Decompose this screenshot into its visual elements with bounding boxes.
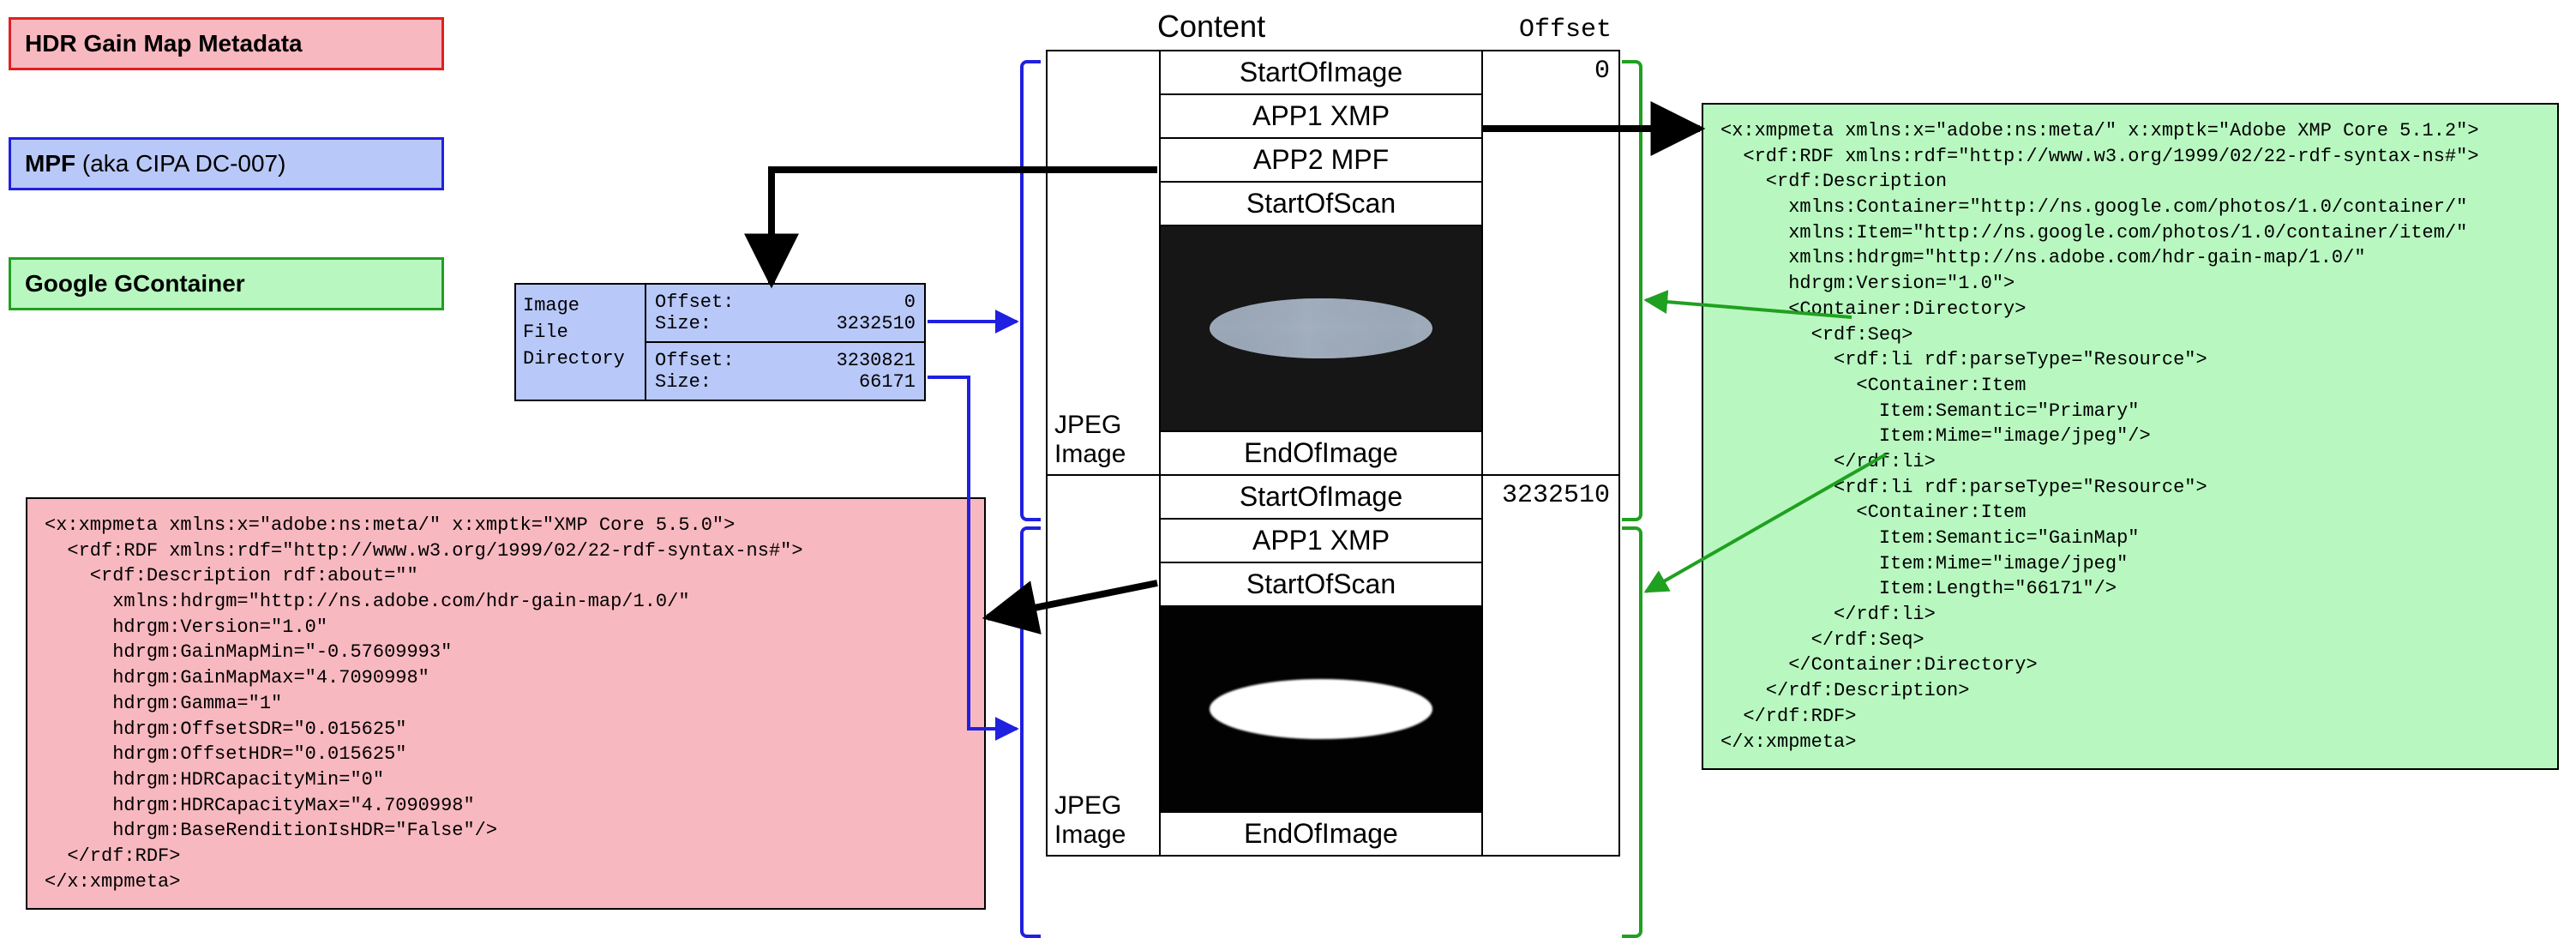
ifd-rows: Offset:0Size:3232510Offset:3230821Size:6… (645, 285, 924, 400)
green-bracket-gainmap (1622, 526, 1642, 938)
jpeg-primary-block: JPEG Image StartOfImageAPP1 XMPAPP2 MPFS… (1046, 50, 1620, 476)
segment-endofimage: EndOfImage (1161, 813, 1481, 855)
blue-bracket-primary (1020, 60, 1041, 521)
cave-shape (1210, 298, 1432, 358)
stack-header: Content Offset (1046, 9, 1620, 45)
xmp-hdr-metadata: <x:xmpmeta xmlns:x="adobe:ns:meta/" x:xm… (26, 497, 986, 910)
legend-mpf: MPF (aka CIPA DC-007) (9, 137, 444, 190)
offset-gainmap: 3232510 (1481, 476, 1618, 855)
green-bracket-primary (1622, 60, 1642, 521)
ifd-row: Offset:3230821Size:66171 (646, 343, 924, 400)
cave-shape (1210, 679, 1432, 739)
segment-startofimage: StartOfImage (1161, 51, 1481, 95)
legend-hdr: HDR Gain Map Metadata (9, 17, 444, 70)
primary-image-preview (1161, 226, 1481, 432)
legend-mpf-bold: MPF (25, 150, 75, 177)
xmp-gcontainer-metadata: <x:xmpmeta xmlns:x="adobe:ns:meta/" x:xm… (1702, 103, 2559, 770)
segment-startofscan: StartOfScan (1161, 183, 1481, 226)
jpeg-label-2: JPEG Image (1048, 476, 1159, 855)
ifd-label: Image File Directory (516, 285, 645, 400)
image-file-directory: Image File Directory Offset:0Size:323251… (514, 283, 926, 401)
blue-bracket-gainmap (1020, 526, 1041, 938)
jpeg-label-1: JPEG Image (1048, 51, 1159, 474)
header-offset: Offset (1269, 15, 1620, 45)
gainmap-image-preview (1161, 607, 1481, 813)
jpeg-gainmap-block: JPEG Image StartOfImageAPP1 XMPStartOfSc… (1046, 476, 1620, 857)
segment-startofimage: StartOfImage (1161, 476, 1481, 520)
file-content-stack: Content Offset JPEG Image StartOfImageAP… (1046, 9, 1620, 857)
ifd-row: Offset:0Size:3232510 (646, 285, 924, 343)
segment-app1-xmp: APP1 XMP (1161, 95, 1481, 139)
segment-app1-xmp: APP1 XMP (1161, 520, 1481, 563)
segments-gainmap: StartOfImageAPP1 XMPStartOfScan EndOfImag… (1159, 476, 1481, 855)
header-content: Content (1157, 9, 1269, 45)
segments-primary: StartOfImageAPP1 XMPAPP2 MPFStartOfScan E… (1159, 51, 1481, 474)
segment-startofscan: StartOfScan (1161, 563, 1481, 607)
legend-mpf-rest: (aka CIPA DC-007) (75, 150, 285, 177)
legend-gcontainer: Google GContainer (9, 257, 444, 310)
offset-primary: 0 (1481, 51, 1618, 474)
segment-endofimage: EndOfImage (1161, 432, 1481, 474)
segment-app2-mpf: APP2 MPF (1161, 139, 1481, 183)
